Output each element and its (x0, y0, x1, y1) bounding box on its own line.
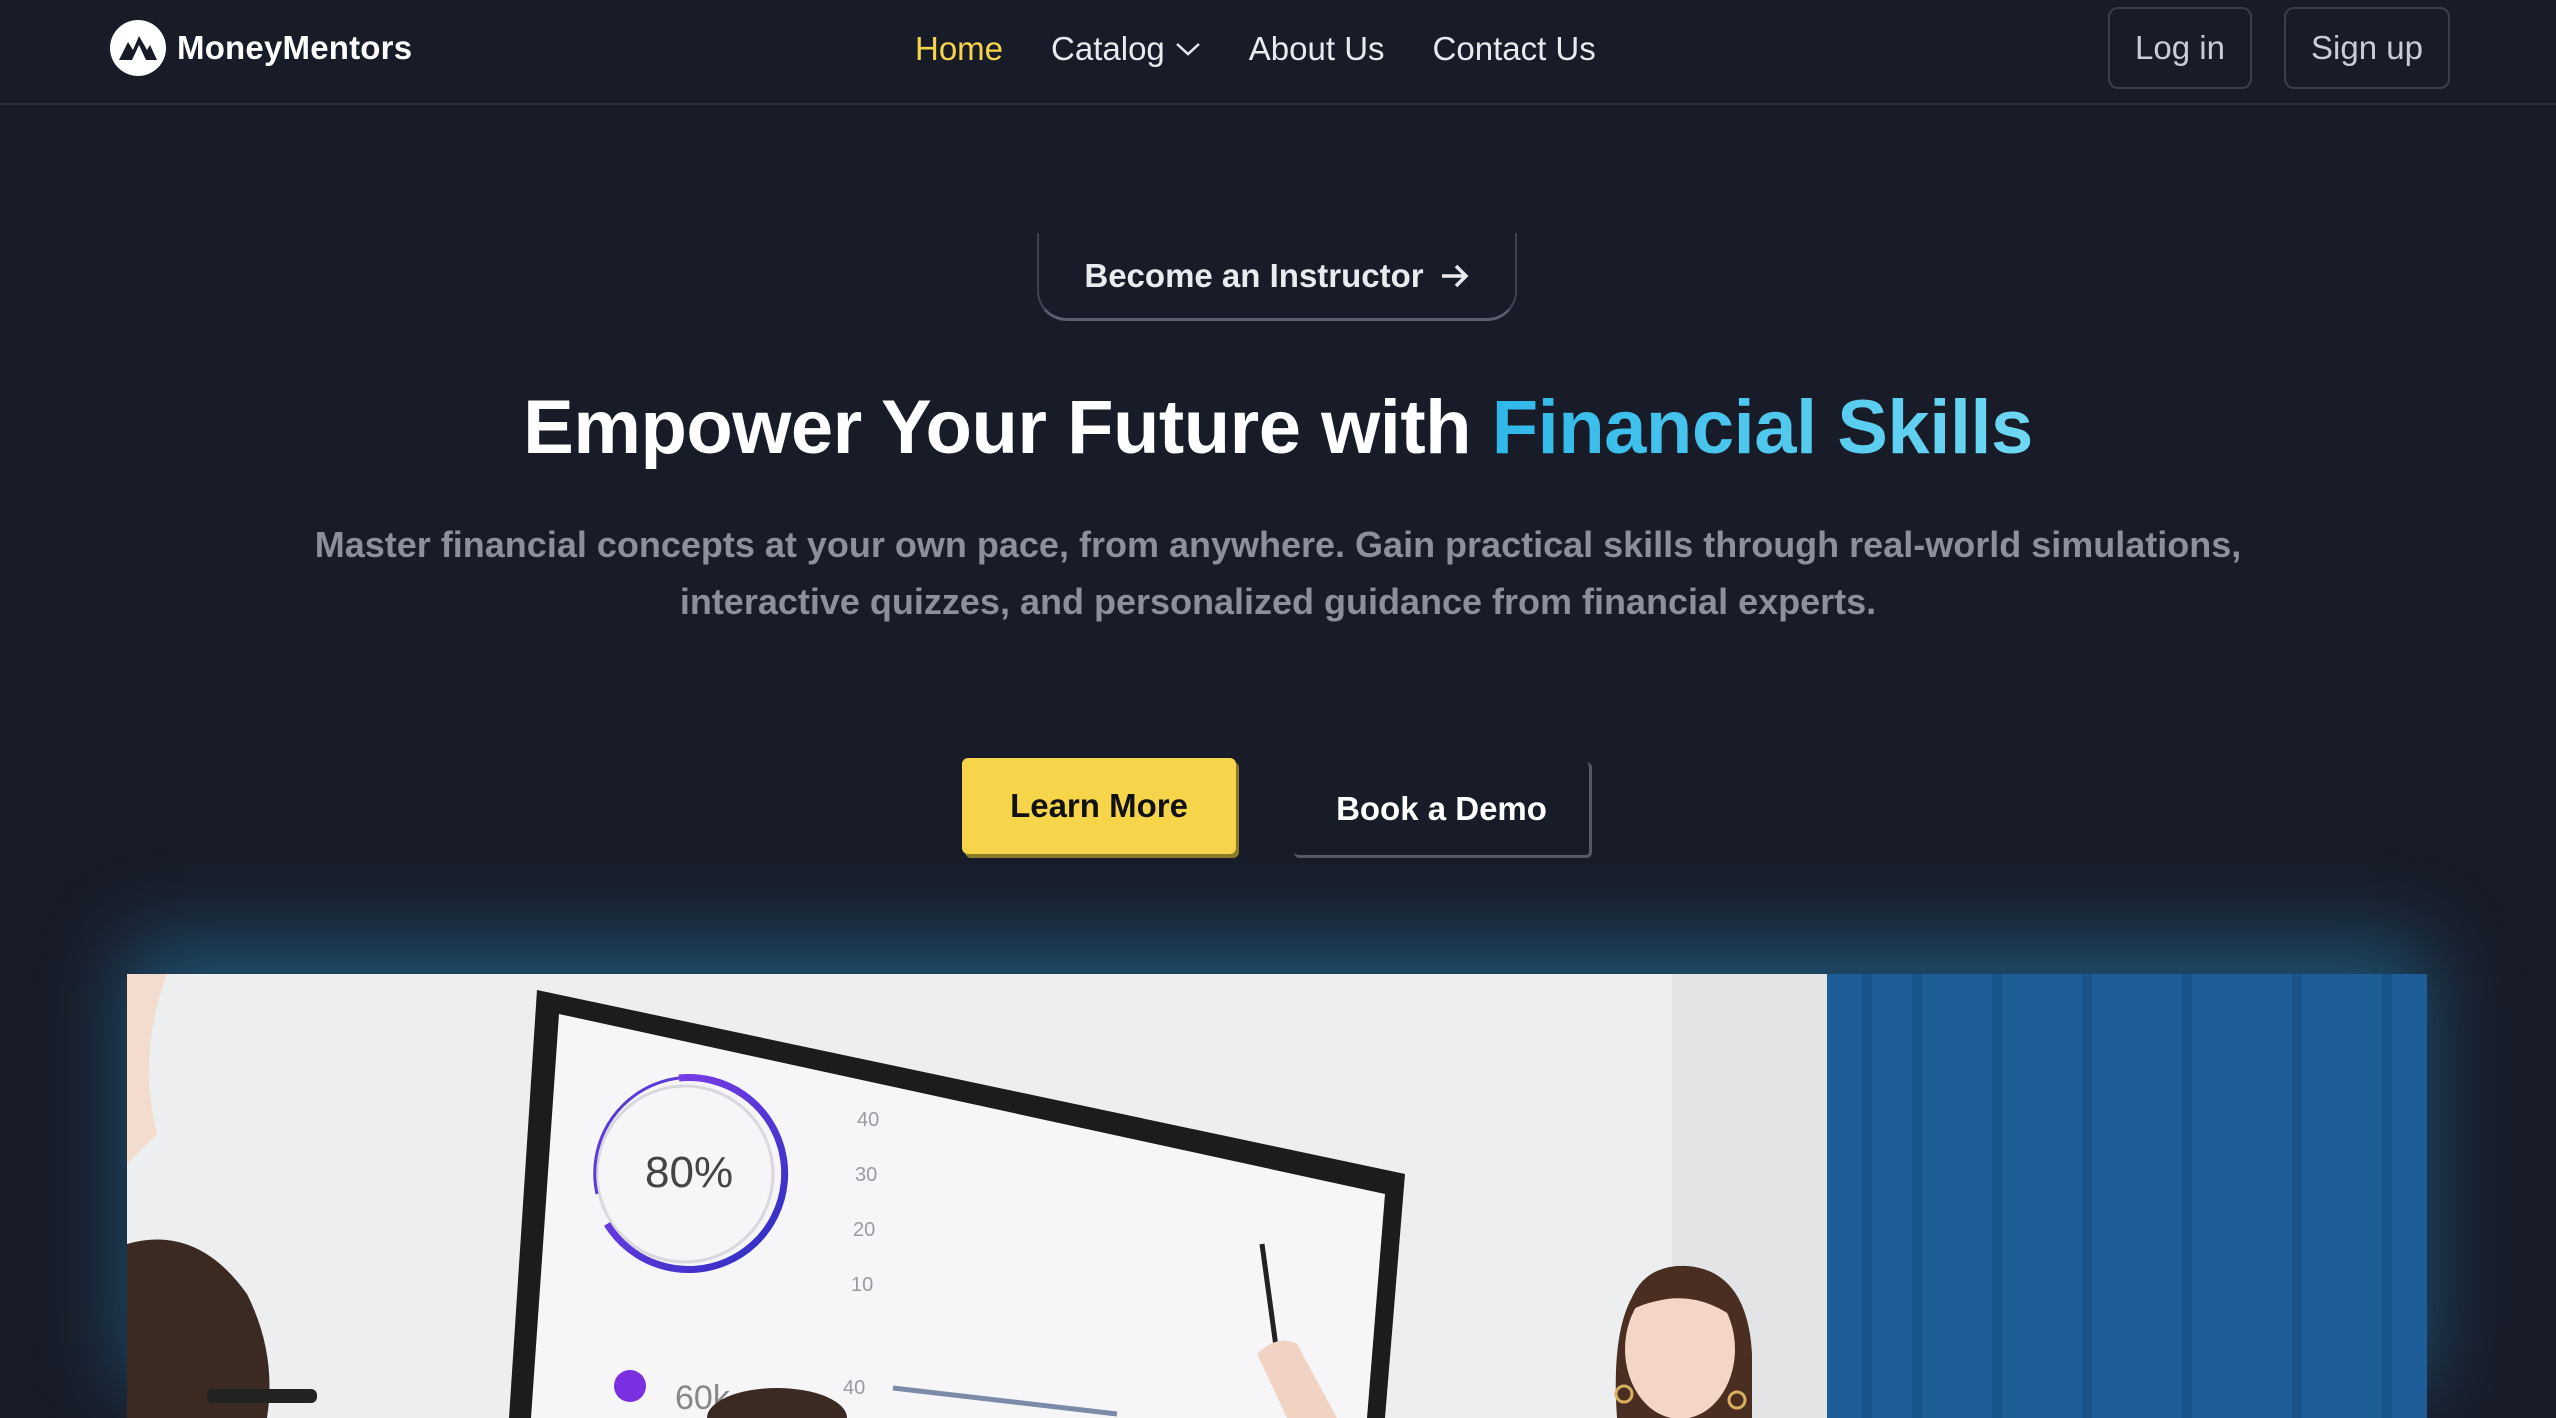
learn-more-button[interactable]: Learn More (962, 758, 1236, 854)
nav-home[interactable]: Home (915, 30, 1003, 68)
nav-about-us[interactable]: About Us (1249, 30, 1385, 68)
hero-photo: 80% 40 30 20 10 40 60k (127, 974, 2427, 1418)
presentation-illustration: 80% 40 30 20 10 40 60k (127, 974, 2427, 1418)
nav-catalog-label: Catalog (1051, 30, 1165, 67)
axis-label-bottom: 40 (843, 1377, 865, 1399)
axis-label-20: 20 (853, 1219, 875, 1241)
arrow-right-icon (1440, 263, 1470, 289)
hero-subtext: Master financial concepts at your own pa… (260, 516, 2296, 630)
become-instructor-label: Become an Instructor (1084, 256, 1424, 294)
headline-accent: Financial Skills (1491, 385, 2034, 470)
gauge-label: 80% (645, 1148, 733, 1197)
brand-logo[interactable]: MoneyMentors (110, 20, 412, 76)
headline-plain: Empower Your Future with (523, 385, 1492, 470)
axis-label-40: 40 (857, 1109, 879, 1131)
nav-catalog[interactable]: Catalog (1051, 30, 1201, 68)
nav-contact-us[interactable]: Contact Us (1433, 30, 1596, 68)
top-navbar: MoneyMentors Home Catalog About Us Conta… (0, 0, 2556, 105)
become-instructor-button[interactable]: Become an Instructor (1037, 233, 1517, 321)
primary-nav: Home Catalog About Us Contact Us (915, 25, 1644, 73)
brand-name: MoneyMentors (177, 29, 413, 66)
login-button[interactable]: Log in (2108, 7, 2252, 89)
axis-label-10: 10 (851, 1274, 873, 1296)
mountain-logo-icon (110, 20, 166, 76)
signup-button[interactable]: Sign up (2284, 7, 2450, 89)
book-demo-button[interactable]: Book a Demo (1294, 762, 1592, 858)
chevron-down-icon (1175, 41, 1201, 57)
subtext-line-1: Master financial concepts at your own pa… (314, 524, 2242, 565)
subtext-line-2: interactive quizzes, and personalized gu… (679, 581, 1877, 622)
axis-label-30: 30 (855, 1164, 877, 1186)
hero-headline: Empower Your Future with Financial Skill… (0, 378, 2556, 478)
